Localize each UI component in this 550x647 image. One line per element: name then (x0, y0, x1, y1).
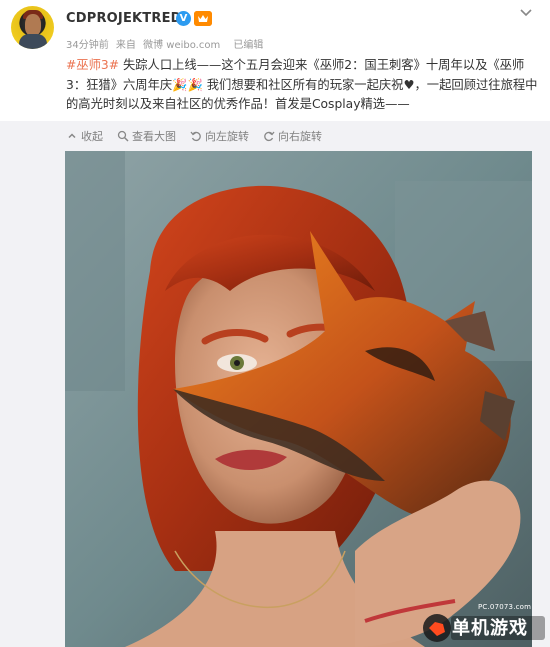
hashtag-link[interactable]: #巫师3# (66, 58, 119, 72)
verified-badge-icon: V (176, 11, 191, 26)
post-header: CDPROJEKTRED V 34分钟前 来自 微博 weibo.com 已编辑 (0, 0, 550, 52)
zoom-icon (117, 130, 129, 142)
collapse-label: 收起 (81, 130, 103, 143)
rotate-right-icon (264, 131, 275, 142)
post-body: #巫师3# 失踪人口上线——这个五月会迎来《巫师2：国王刺客》十周年以及《巫师3… (66, 56, 540, 115)
view-large-button[interactable]: 查看大图 (117, 128, 176, 144)
rotate-left-button[interactable]: 向左旋转 (190, 128, 249, 144)
post-source[interactable]: 微博 weibo.com (143, 40, 220, 51)
cosplay-photo (65, 151, 532, 647)
post-time[interactable]: 34分钟前 (66, 40, 109, 51)
watermark-url: PC.07073.com (478, 603, 532, 611)
rotate-right-label: 向右旋转 (278, 130, 322, 143)
watermark-brand: 单机游戏 (452, 618, 528, 639)
rotate-right-button[interactable]: 向右旋转 (263, 128, 322, 144)
media-toolbar: 收起 查看大图 向左旋转 向右旋转 (66, 127, 322, 145)
edited-status[interactable]: 已编辑 (233, 40, 263, 51)
view-large-label: 查看大图 (132, 130, 176, 143)
post-photo[interactable] (65, 151, 532, 647)
avatar[interactable] (11, 6, 54, 49)
chevron-down-icon[interactable] (519, 8, 533, 18)
collapse-button[interactable]: 收起 (66, 128, 103, 144)
username[interactable]: CDPROJEKTRED (66, 11, 182, 26)
vip-badge-icon[interactable] (194, 11, 212, 26)
rotate-left-label: 向左旋转 (205, 130, 249, 143)
source-prefix: 来自 (115, 40, 136, 51)
collapse-icon (68, 133, 76, 139)
post-content: 失踪人口上线——这个五月会迎来《巫师2：国王刺客》十周年以及《巫师3：狂猎》六周… (66, 58, 538, 111)
post-meta: 34分钟前 来自 微博 weibo.com 已编辑 (66, 36, 267, 51)
rotate-left-icon (190, 131, 201, 142)
